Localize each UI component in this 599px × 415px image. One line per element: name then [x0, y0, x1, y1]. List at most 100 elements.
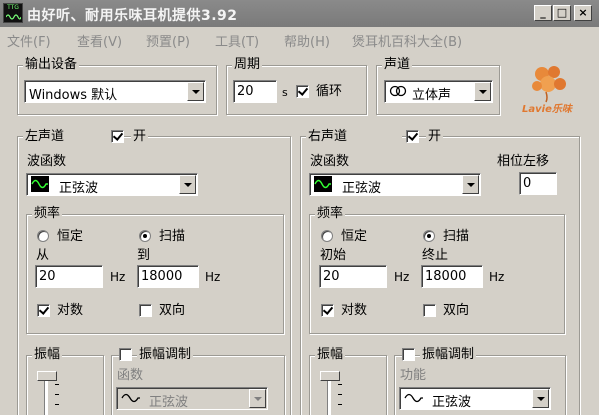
logo-text: Lavie乐味 [522, 104, 572, 115]
left-channel-label: 左声道 [23, 129, 119, 144]
right-amplitude-slider-track[interactable] [327, 376, 331, 415]
right-bidirectional-label: 双向 [443, 303, 470, 318]
loop-label: 循环 [316, 84, 343, 99]
output-device-label: 输出设备 [23, 57, 80, 72]
period-label: 周期 [232, 57, 263, 72]
left-waveform-select[interactable]: 正弦波 [26, 173, 198, 196]
left-amplitude-group [26, 355, 104, 415]
loop-checkbox[interactable] [296, 85, 309, 98]
left-am-function-label: 函数 [117, 368, 144, 383]
left-frequency-label: 频率 [32, 206, 63, 221]
left-waveform-label: 波函数 [27, 154, 67, 169]
left-sweep-radio[interactable] [139, 230, 151, 242]
left-on-checkbox[interactable] [111, 130, 124, 143]
left-bidirectional-checkbox[interactable] [139, 304, 152, 317]
stereo-rings-icon [389, 85, 407, 97]
right-from-input[interactable]: 20 [319, 265, 387, 288]
right-am-checkbox[interactable] [402, 348, 415, 361]
left-to-input[interactable]: 18000 [137, 265, 199, 288]
right-am-function-value: 正弦波 [432, 395, 472, 410]
left-fixed-radio[interactable] [37, 230, 49, 242]
menu-file[interactable]: 文件(F) [7, 31, 51, 50]
right-to-label: 终止 [422, 248, 449, 263]
title-bar[interactable]: TTG 由好听、耐用乐味耳机提供3.92 _ □ × [0, 0, 599, 27]
right-am-function-select[interactable]: 正弦波 [399, 387, 551, 410]
right-from-label: 初始 [320, 248, 347, 263]
right-sweep-label: 扫描 [443, 229, 470, 244]
left-to-unit: Hz [205, 270, 221, 284]
right-phase-input[interactable]: 0 [519, 172, 557, 195]
sine-wave-icon [314, 176, 332, 192]
channel-select[interactable]: 立体声 [384, 80, 493, 103]
right-to-input[interactable]: 18000 [421, 265, 483, 288]
right-waveform-select[interactable]: 正弦波 [309, 173, 481, 196]
sine-wave-icon [31, 176, 49, 192]
left-sweep-label: 扫描 [159, 229, 186, 244]
right-amplitude-slider-thumb[interactable] [320, 371, 340, 381]
right-amplitude-group [309, 355, 387, 415]
chevron-down-icon[interactable] [187, 82, 204, 101]
channel-value: 立体声 [412, 88, 452, 103]
output-device-value: Windows 默认 [29, 88, 118, 103]
right-bidirectional-checkbox[interactable] [423, 304, 436, 317]
right-am-function-label: 功能 [400, 368, 427, 383]
right-waveform-value: 正弦波 [342, 181, 382, 196]
close-button[interactable]: × [574, 5, 592, 21]
chevron-down-icon[interactable] [179, 175, 196, 194]
right-fixed-radio[interactable] [321, 230, 333, 242]
left-log-label: 对数 [57, 303, 84, 318]
left-from-unit: Hz [110, 270, 126, 284]
left-bidirectional-label: 双向 [159, 303, 186, 318]
right-on-label: 开 [426, 129, 444, 144]
left-fixed-label: 恒定 [57, 229, 84, 244]
right-channel-label: 右声道 [306, 129, 402, 144]
left-amplitude-slider-track[interactable] [44, 376, 48, 415]
right-on-checkbox[interactable] [406, 130, 419, 143]
chevron-down-icon[interactable] [532, 389, 549, 408]
left-am-label: 振幅调制 [137, 347, 194, 362]
app-icon-label: TTG [7, 4, 19, 11]
left-am-function-select[interactable]: 正弦波 [116, 387, 268, 410]
minimize-button[interactable]: _ [534, 5, 552, 21]
right-log-label: 对数 [341, 303, 368, 318]
right-sweep-radio[interactable] [423, 230, 435, 242]
right-fixed-label: 恒定 [341, 229, 368, 244]
left-am-function-value: 正弦波 [149, 395, 189, 410]
chevron-down-icon[interactable] [462, 175, 479, 194]
waveform-icon [6, 14, 21, 20]
right-frequency-label: 频率 [315, 206, 346, 221]
maximize-button[interactable]: □ [553, 5, 571, 21]
left-am-checkbox[interactable] [119, 348, 132, 361]
left-log-checkbox[interactable] [37, 304, 50, 317]
app-icon[interactable]: TTG [3, 3, 23, 23]
right-amplitude-label: 振幅 [315, 347, 346, 362]
left-from-input[interactable]: 20 [35, 265, 103, 288]
period-input[interactable]: 20 [233, 80, 277, 103]
chevron-down-icon[interactable] [474, 82, 491, 101]
right-to-unit: Hz [489, 270, 505, 284]
menu-tools[interactable]: 工具(T) [215, 31, 259, 50]
menu-presets[interactable]: 预置(P) [146, 31, 190, 50]
right-phase-label: 相位左移 [497, 154, 550, 169]
chevron-down-icon[interactable] [249, 389, 266, 408]
output-device-select[interactable]: Windows 默认 [24, 80, 206, 103]
left-on-label: 开 [131, 129, 149, 144]
right-log-checkbox[interactable] [321, 304, 334, 317]
sine-wave-icon [404, 390, 424, 406]
menu-help[interactable]: 帮助(H) [284, 31, 330, 50]
sine-wave-icon [121, 390, 141, 406]
menu-bar: 文件(F) 查看(V) 预置(P) 工具(T) 帮助(H) 煲耳机百科大全(B) [0, 27, 599, 51]
lavie-logo: Lavie乐味 [518, 60, 580, 120]
menu-view[interactable]: 查看(V) [77, 31, 122, 50]
right-from-unit: Hz [394, 270, 410, 284]
left-waveform-value: 正弦波 [59, 181, 99, 196]
left-from-label: 从 [36, 248, 50, 263]
menu-headphone-wiki[interactable]: 煲耳机百科大全(B) [352, 31, 462, 50]
period-unit: s [282, 86, 288, 99]
window-title: 由好听、耐用乐味耳机提供3.92 [27, 8, 238, 24]
left-amplitude-label: 振幅 [32, 347, 63, 362]
left-amplitude-slider-thumb[interactable] [37, 371, 57, 381]
left-to-label: 到 [137, 248, 151, 263]
right-am-label: 振幅调制 [420, 347, 477, 362]
right-waveform-label: 波函数 [310, 154, 350, 169]
